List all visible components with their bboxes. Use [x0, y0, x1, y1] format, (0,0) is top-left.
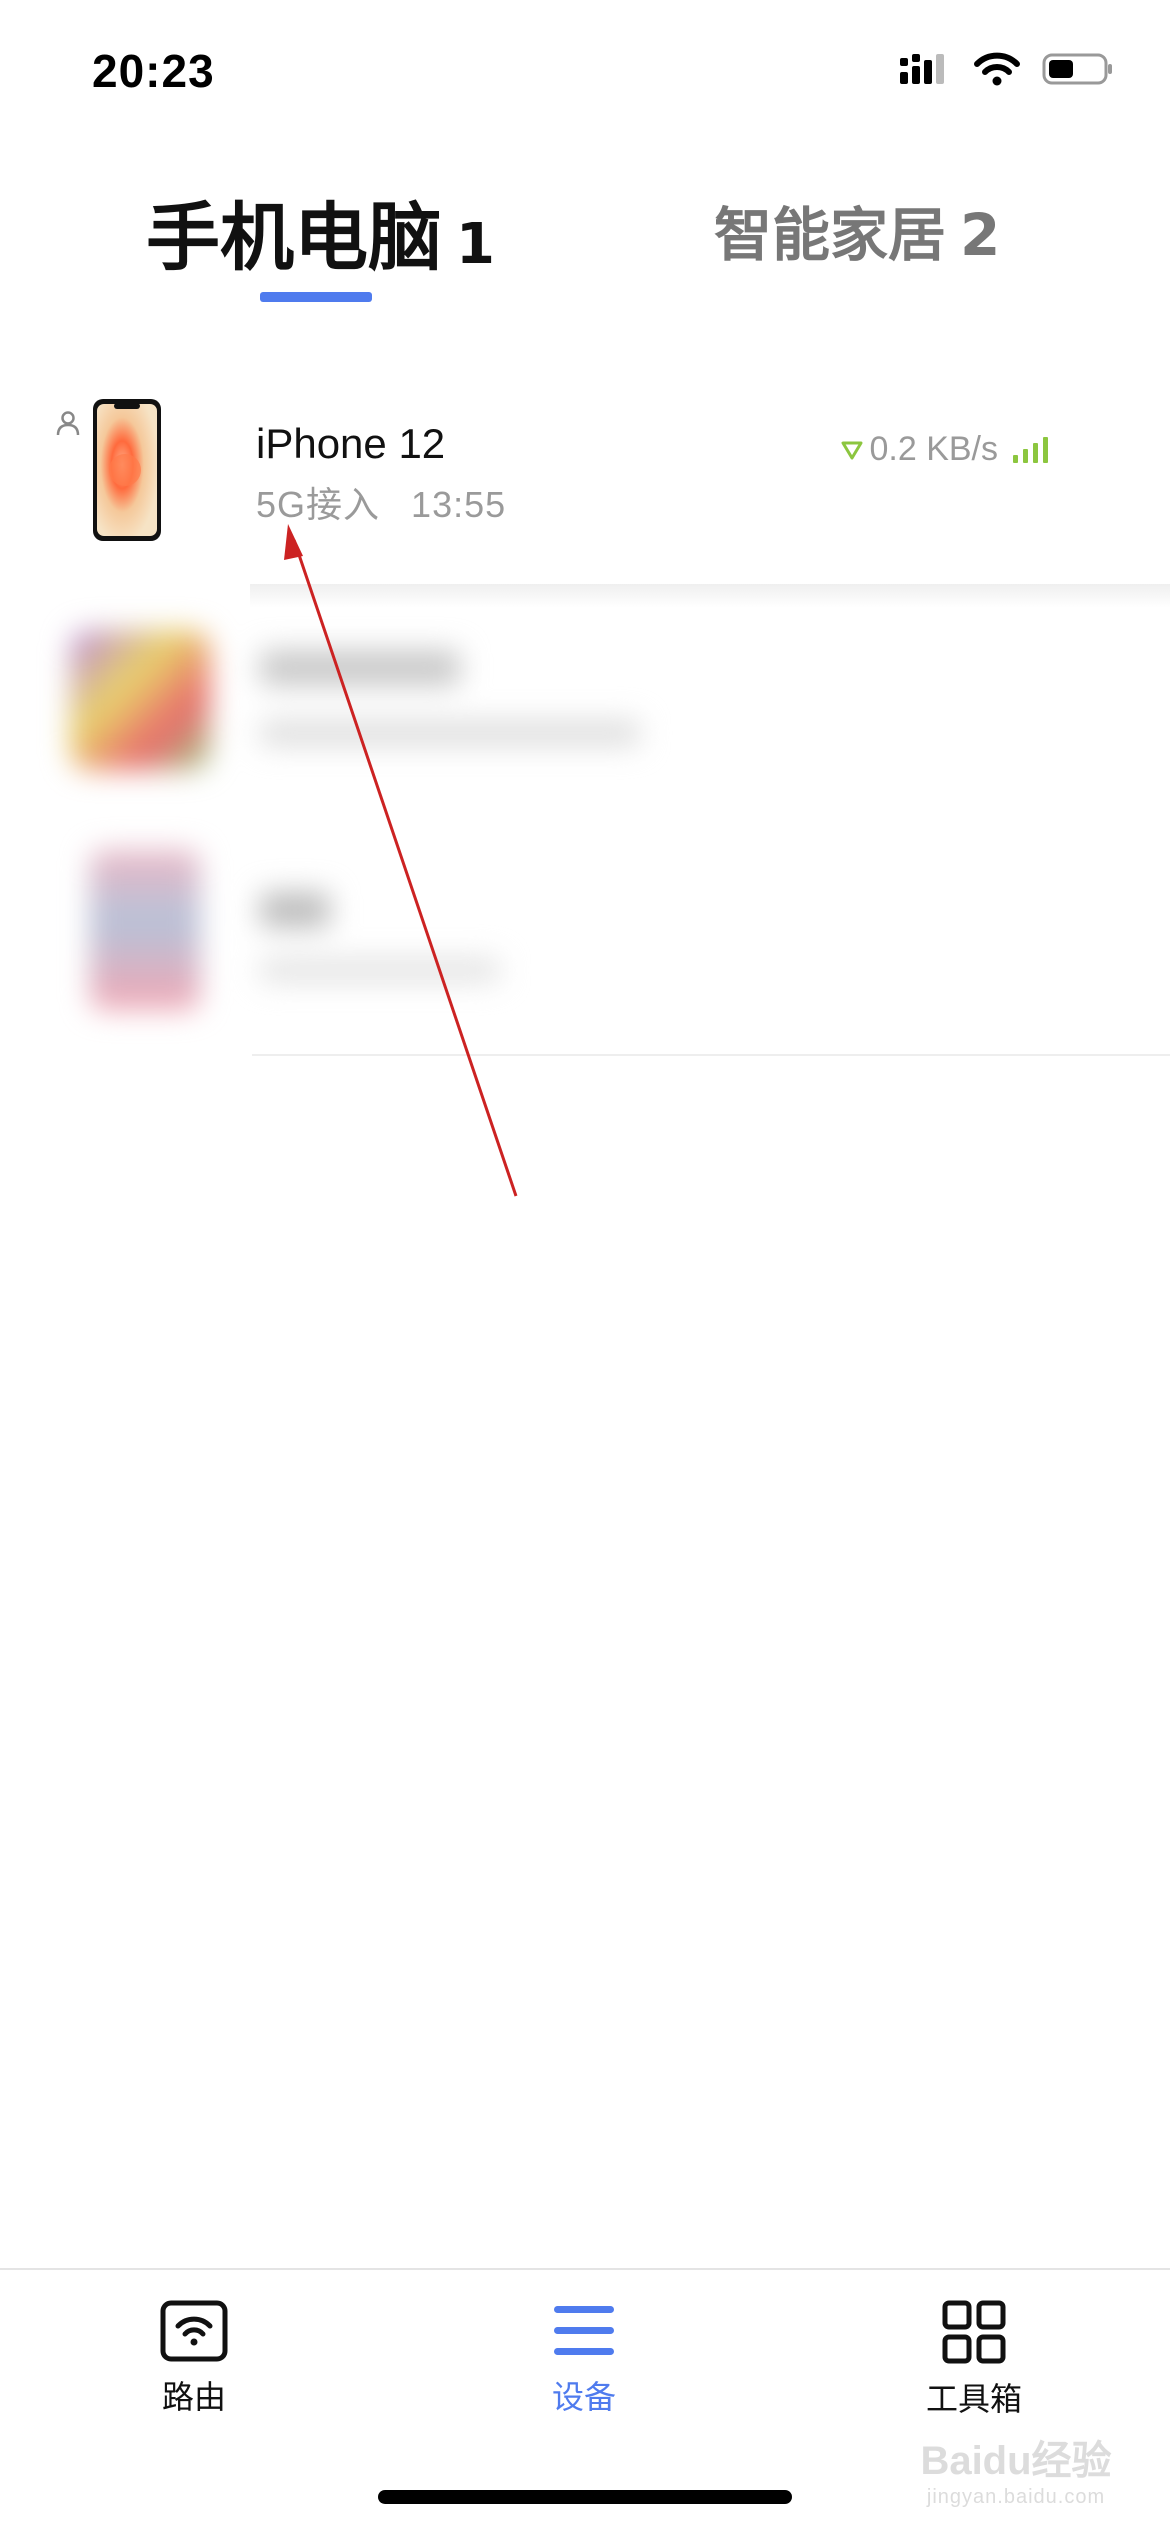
baidu-watermark: Baidu经验 jingyan.baidu.com	[896, 2428, 1136, 2509]
nav-toolbox[interactable]: 工具箱	[874, 2300, 1074, 2420]
watermark-url: jingyan.baidu.com	[926, 2486, 1106, 2508]
home-indicator[interactable]	[378, 2490, 792, 2504]
tabbar-divider	[0, 2268, 1170, 2270]
nav-label: 路由	[161, 2378, 226, 2416]
watermark-brand: Baidu经验	[920, 2439, 1112, 2483]
nav-devices[interactable]: 设备	[484, 2300, 684, 2418]
nav-label: 设备	[551, 2378, 616, 2416]
nav-router[interactable]: 路由	[94, 2300, 294, 2418]
annotation-arrow-icon	[284, 524, 518, 1197]
grid-toolbox-icon	[942, 2300, 1006, 2364]
wifi-router-icon	[160, 2300, 228, 2362]
nav-label: 工具箱	[925, 2380, 1022, 2418]
menu-list-icon	[554, 2306, 614, 2355]
